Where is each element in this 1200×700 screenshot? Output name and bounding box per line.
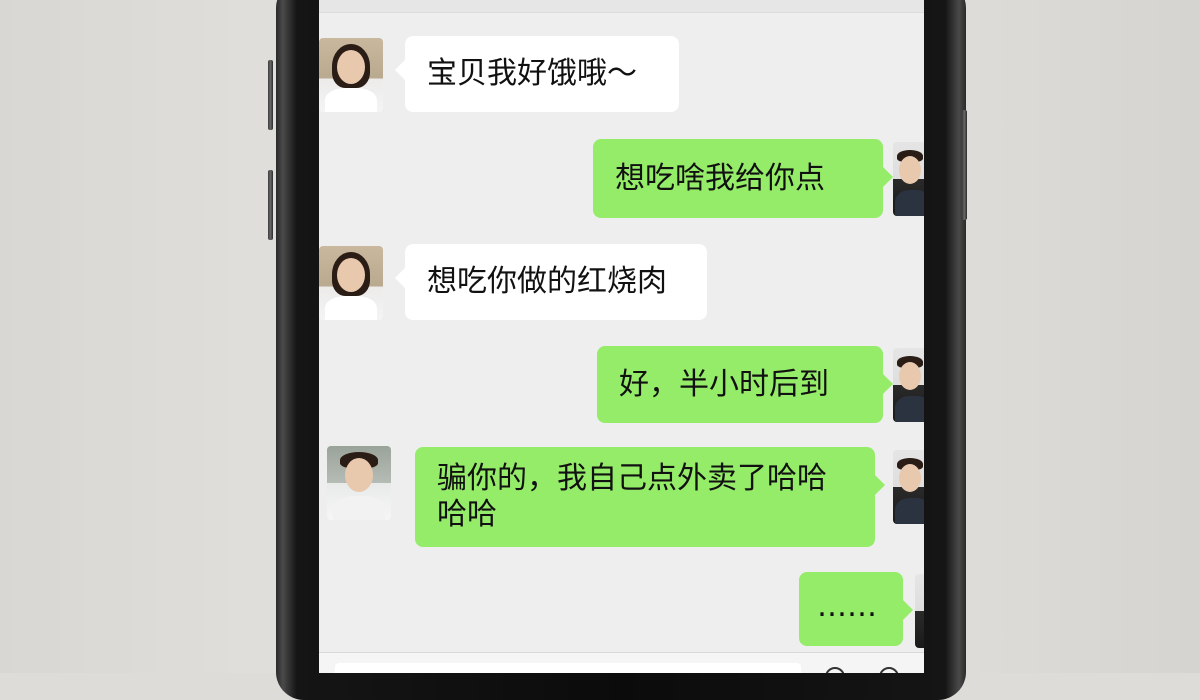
avatar-shirt — [895, 498, 924, 524]
message-bubble-sent[interactable]: 好，半小时后到 — [597, 346, 893, 423]
avatar-shirt — [325, 88, 377, 112]
avatar-shirt — [895, 190, 924, 216]
emoji-icon[interactable] — [825, 667, 845, 673]
avatar-face — [337, 258, 365, 292]
avatar-shirt — [325, 296, 377, 320]
female-avatar[interactable] — [319, 38, 383, 112]
message-bubble-received[interactable]: 想吃你做的红烧肉 — [395, 244, 707, 320]
my-avatar[interactable] — [893, 142, 924, 216]
chat-screen[interactable]: 宝贝我好饿哦～ 想吃啥我给你点 想吃你做的红烧肉 好，半小时后到 骗你的，我自己… — [319, 0, 924, 673]
chat-input-bar — [319, 652, 924, 673]
message-bubble-sent[interactable]: 想吃啥我给你点 — [593, 139, 893, 218]
power-button — [962, 110, 967, 220]
my-avatar[interactable] — [893, 348, 924, 422]
avatar-face — [899, 156, 921, 184]
plus-icon[interactable] — [879, 667, 899, 673]
avatar-shirt — [895, 396, 924, 422]
volume-down-button — [268, 170, 273, 240]
female-avatar[interactable] — [319, 246, 383, 320]
avatar-face — [899, 464, 921, 492]
message-bubble-sent[interactable]: 骗你的，我自己点外卖了哈哈哈哈 — [415, 447, 885, 547]
avatar-shirt — [333, 496, 385, 520]
volume-up-button — [268, 60, 273, 130]
my-avatar[interactable] — [893, 450, 924, 524]
avatar-face — [337, 50, 365, 84]
message-input[interactable] — [335, 663, 801, 673]
avatar-face — [899, 362, 921, 390]
chat-header-edge — [319, 0, 924, 13]
message-bubble-sent[interactable]: …… — [799, 572, 913, 646]
message-bubble-received[interactable]: 宝贝我好饿哦～ — [395, 36, 679, 112]
my-avatar[interactable] — [915, 574, 924, 648]
avatar-face — [345, 458, 373, 492]
male-avatar[interactable] — [327, 446, 391, 520]
